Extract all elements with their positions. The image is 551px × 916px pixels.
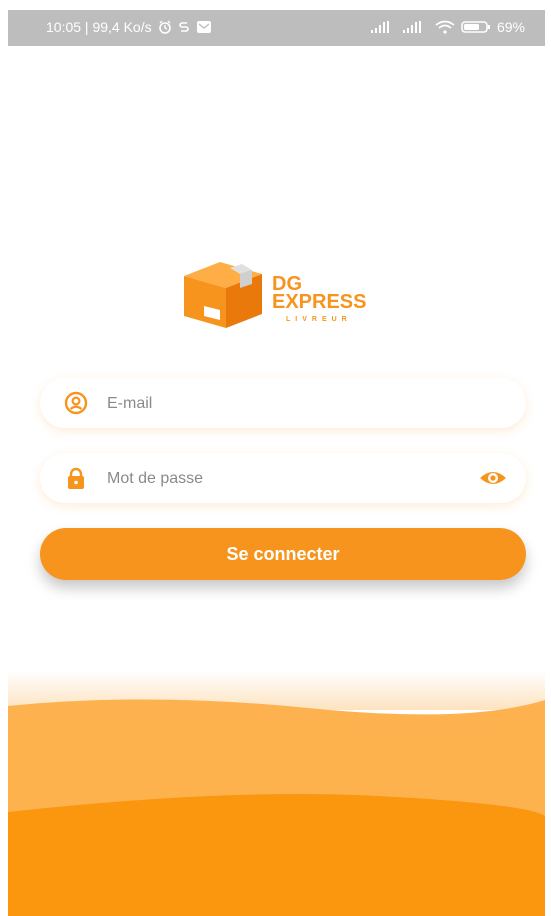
email-input[interactable] — [105, 386, 469, 422]
brand-line2: EXPRESS — [272, 291, 367, 313]
login-button[interactable]: Se connecter — [40, 528, 526, 580]
wifi-icon — [435, 20, 455, 34]
brand-tagline: LIVREUR — [286, 316, 352, 323]
brand-logo: DG EXPRESS LIVREUR — [180, 258, 400, 338]
email-field[interactable] — [40, 378, 526, 428]
status-time-speed: 10:05 | 99,4 Ko/s — [46, 19, 152, 35]
user-circle-icon — [64, 391, 88, 415]
app-screen: 10:05 | 99,4 Ko/s 69% DG EXPRESS LIVREUR… — [8, 10, 545, 916]
signal-icon-1 — [370, 21, 389, 33]
bottom-waves — [8, 670, 545, 916]
status-bar: 10:05 | 99,4 Ko/s 69% — [8, 10, 545, 46]
alarm-icon — [158, 20, 171, 34]
battery-percent: 69% — [496, 19, 525, 35]
battery-icon — [461, 21, 490, 33]
sync-icon — [178, 22, 189, 32]
status-left: 10:05 | 99,4 Ko/s — [46, 19, 212, 35]
package-icon — [184, 262, 262, 328]
message-icon — [196, 21, 211, 33]
password-input[interactable] — [105, 461, 469, 497]
password-field[interactable] — [40, 453, 526, 503]
status-right: 69% — [370, 19, 525, 35]
signal-icon-2 — [402, 21, 421, 33]
lock-icon — [68, 467, 84, 489]
eye-icon[interactable] — [478, 467, 508, 489]
